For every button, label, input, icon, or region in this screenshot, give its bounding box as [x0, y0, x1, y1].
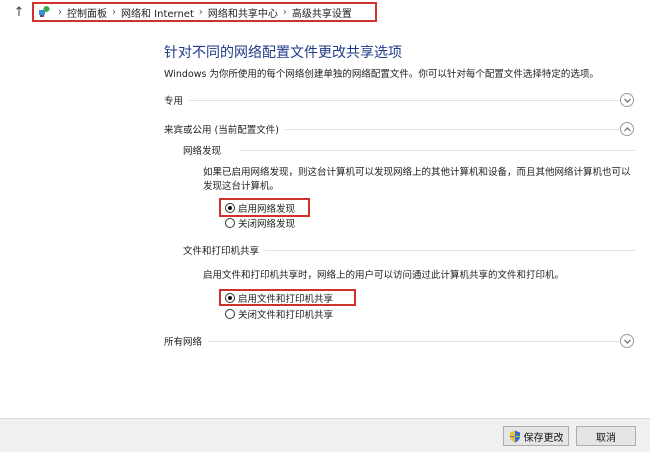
radio-label: 启用文件和打印机共享: [238, 294, 334, 305]
radio-enable-network-discovery[interactable]: 启用网络发现: [225, 201, 295, 215]
radio-label: 启用网络发现: [238, 204, 296, 215]
radio-disable-network-discovery[interactable]: 关闭网络发现: [225, 216, 295, 230]
file-printer-sharing-description: 启用文件和打印机共享时，网络上的用户可以访问通过此计算机共享的文件和打印机。: [203, 270, 565, 281]
divider: [189, 99, 620, 101]
breadcrumb-item-control-panel[interactable]: 控制面板: [67, 5, 107, 20]
network-location-icon: [37, 5, 51, 19]
breadcrumb-item-network-internet[interactable]: 网络和 Internet: [121, 5, 194, 20]
breadcrumb-item-network-sharing-center[interactable]: 网络和共享中心: [208, 5, 278, 20]
cancel-button[interactable]: 取消: [576, 426, 636, 446]
profile-all-networks-header[interactable]: 所有网络: [164, 333, 620, 349]
radio-label: 关闭网络发现: [238, 219, 296, 230]
chevron-down-icon[interactable]: [620, 334, 634, 348]
radio-button[interactable]: [225, 309, 235, 319]
file-printer-sharing-heading: 文件和打印机共享: [183, 246, 260, 257]
address-bar: ↑ › 控制面板 › 网络和 Internet › 网络和共享中心 › 高级共享…: [0, 0, 650, 28]
radio-button[interactable]: [225, 203, 235, 213]
radio-disable-file-printer-sharing[interactable]: 关闭文件和打印机共享: [225, 307, 333, 321]
breadcrumb[interactable]: › 控制面板 › 网络和 Internet › 网络和共享中心 › 高级共享设置: [32, 2, 377, 22]
breadcrumb-separator: ›: [58, 6, 62, 18]
footer-bar: 保存更改 取消: [0, 418, 650, 452]
network-discovery-description: 如果已启用网络发现，则这台计算机可以发现网络上的其他计算机和设备，而且其他网络计…: [203, 167, 631, 192]
divider: [265, 250, 636, 251]
chevron-up-icon[interactable]: [620, 122, 634, 136]
breadcrumb-separator: ›: [282, 6, 287, 18]
breadcrumb-separator: ›: [198, 6, 203, 18]
radio-button[interactable]: [225, 218, 235, 228]
breadcrumb-item-advanced-sharing[interactable]: 高级共享设置: [292, 5, 352, 20]
profile-guest-public-label: 来宾或公用 (当前配置文件): [164, 125, 279, 136]
up-arrow-icon[interactable]: ↑: [11, 5, 27, 21]
page-subtitle: Windows 为你所使用的每个网络创建单独的网络配置文件。你可以针对每个配置文…: [164, 69, 599, 80]
divider: [208, 340, 620, 342]
cancel-button-label: 取消: [596, 432, 616, 444]
radio-enable-file-printer-sharing[interactable]: 启用文件和打印机共享: [225, 291, 333, 305]
save-changes-button[interactable]: 保存更改: [503, 426, 569, 446]
profile-guest-public-header[interactable]: 来宾或公用 (当前配置文件): [164, 121, 620, 137]
divider: [240, 150, 636, 151]
profile-private-header[interactable]: 专用: [164, 92, 620, 108]
profile-private-label: 专用: [164, 96, 184, 107]
uac-shield-icon: [509, 430, 521, 443]
radio-button[interactable]: [225, 293, 235, 303]
page-title: 针对不同的网络配置文件更改共享选项: [164, 45, 402, 61]
save-button-label: 保存更改: [523, 432, 564, 444]
network-discovery-heading: 网络发现: [183, 146, 222, 157]
profile-all-networks-label: 所有网络: [164, 337, 203, 348]
chevron-down-icon[interactable]: [620, 93, 634, 107]
breadcrumb-separator: ›: [112, 6, 116, 18]
divider: [284, 128, 620, 130]
radio-label: 关闭文件和打印机共享: [238, 310, 334, 321]
